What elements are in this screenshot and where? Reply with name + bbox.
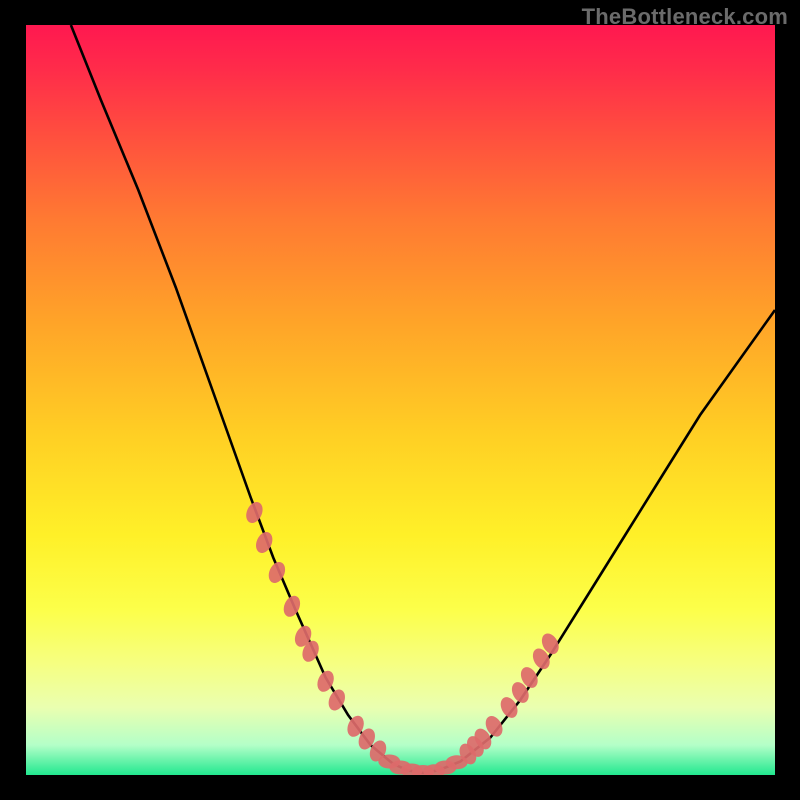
marker-cluster-bottom <box>378 755 467 776</box>
chart-frame <box>26 25 775 775</box>
marker-cluster-left <box>243 499 389 764</box>
marker-cluster-right <box>456 631 562 768</box>
bottleneck-curve-path <box>71 25 775 773</box>
data-marker <box>243 499 266 525</box>
data-marker <box>281 593 304 619</box>
bottleneck-chart <box>26 25 775 775</box>
